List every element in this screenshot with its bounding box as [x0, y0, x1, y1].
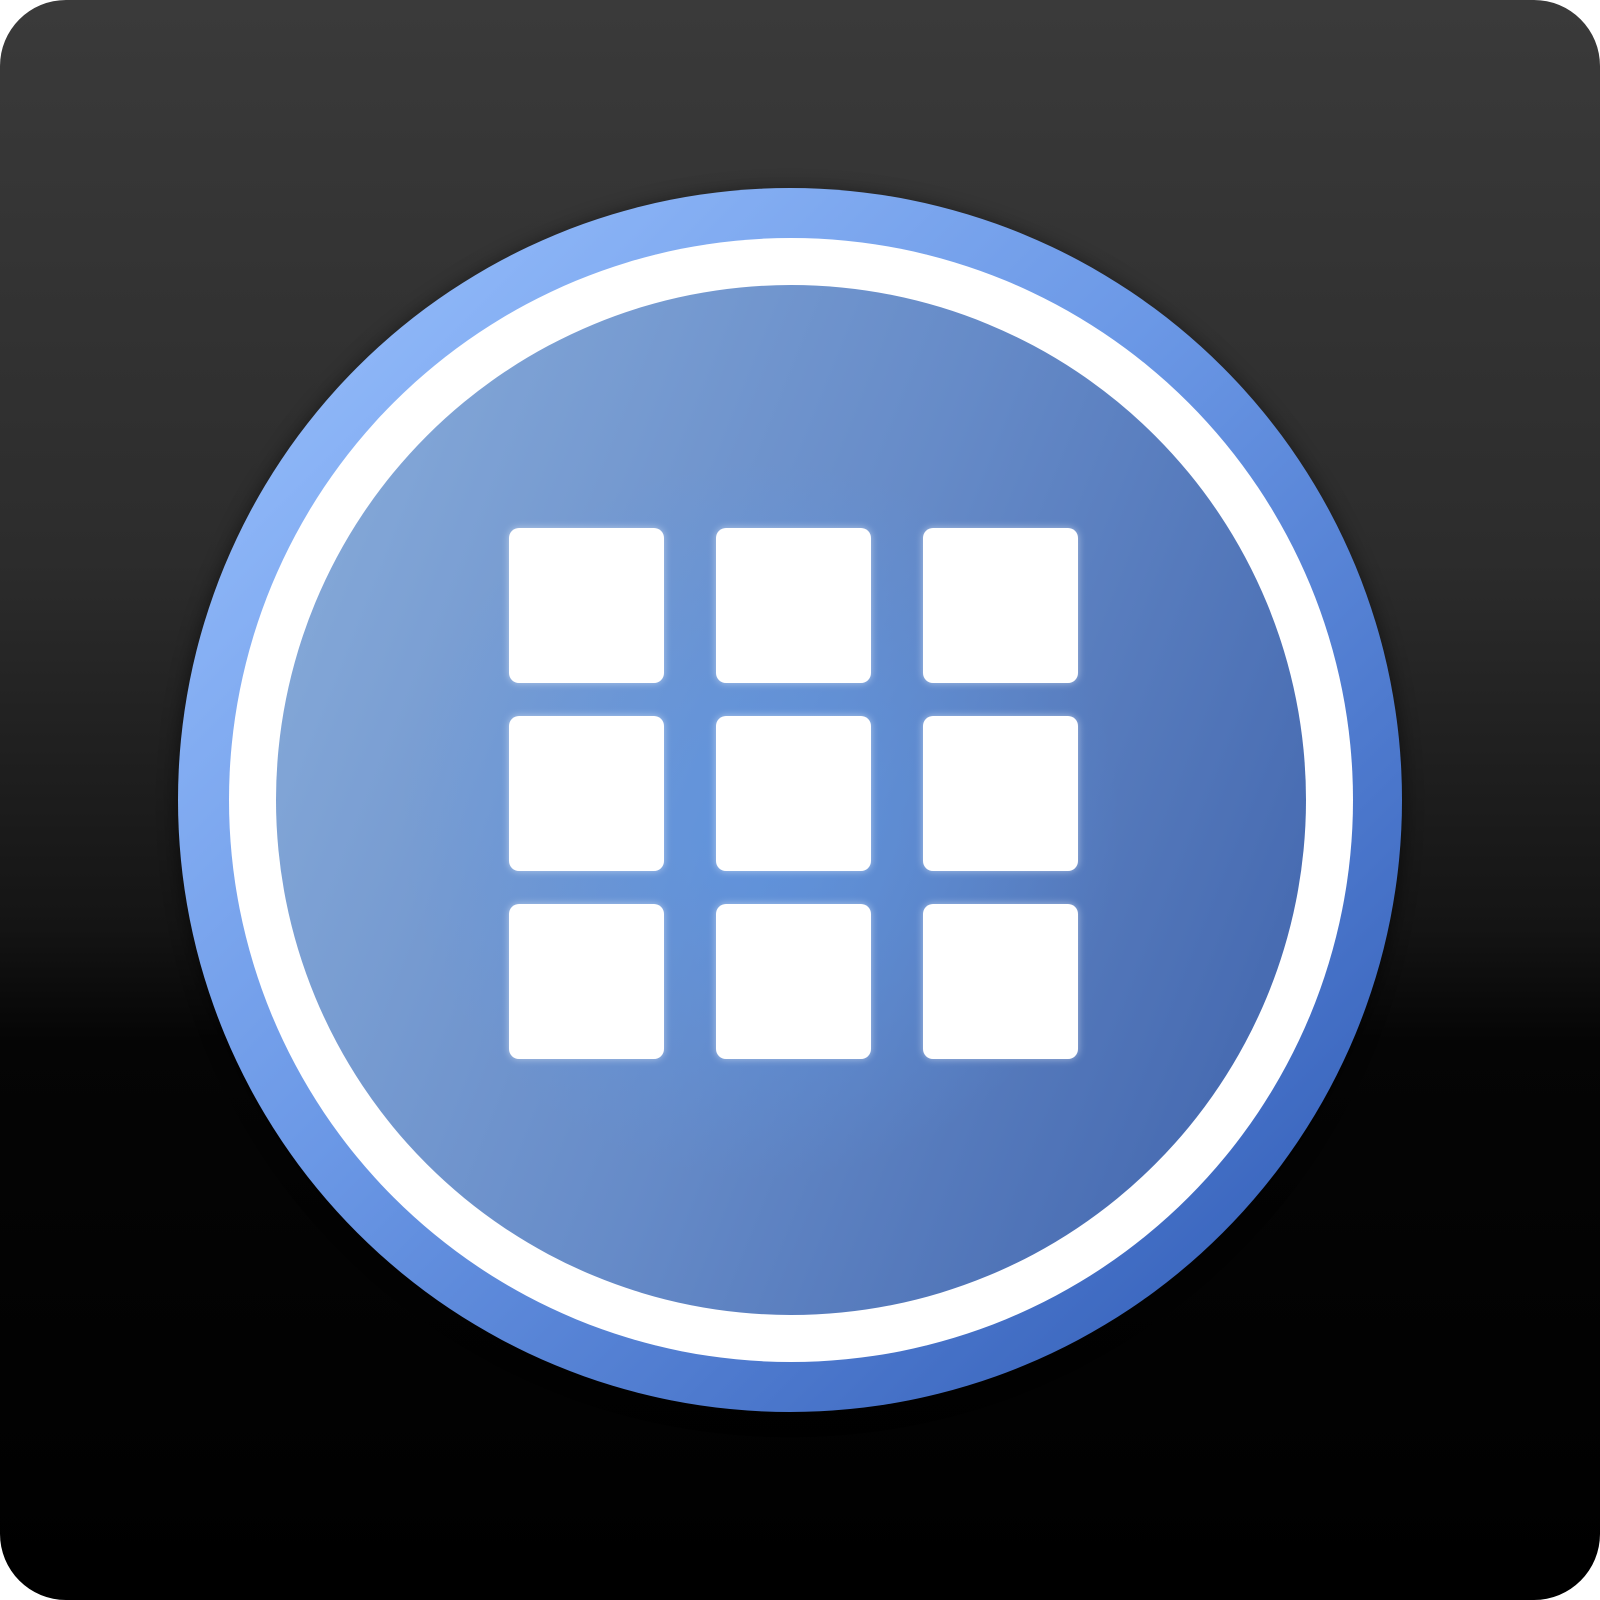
grid-square-3 [923, 528, 1078, 683]
grid-app-icon [178, 188, 1402, 1415]
grid-square-8 [716, 904, 871, 1059]
grid-square-6 [923, 716, 1078, 871]
grid-square-7 [509, 904, 664, 1059]
grid-square-9 [923, 904, 1078, 1059]
grid-square-5 [716, 716, 871, 871]
app-icon [0, 0, 1600, 1600]
grid-squares-solid [509, 528, 1078, 1059]
grid-square-2 [716, 528, 871, 683]
grid-square-1 [509, 528, 664, 683]
grid-square-4 [509, 716, 664, 871]
